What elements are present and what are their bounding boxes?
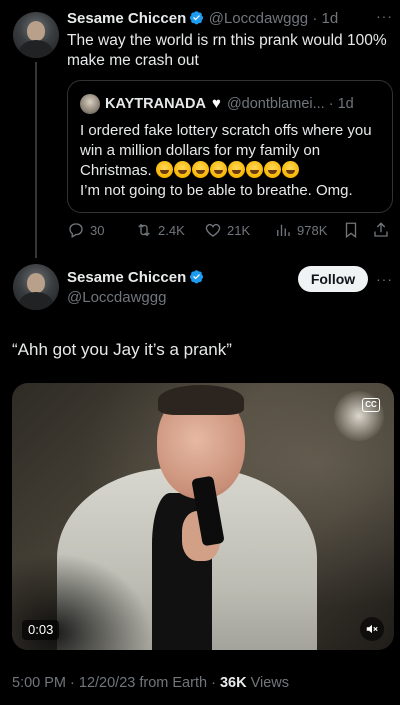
tears-of-joy-emoji — [209, 161, 227, 178]
like-count: 21K — [227, 222, 251, 238]
tears-of-joy-emoji — [173, 161, 191, 178]
reply-button[interactable]: 30 — [67, 221, 104, 239]
tweet-metadata: 5:00 PM · 12/20/23 from Earth · 36K View… — [12, 675, 289, 691]
author-handle[interactable]: @Loccdawggg — [67, 289, 166, 306]
video-player[interactable]: CC 0:03 — [12, 383, 394, 650]
tweet-header: Sesame Chiccen — [67, 269, 204, 287]
tweet-timestamp[interactable]: 5:00 PM · 12/20/23 from Earth · — [12, 675, 220, 691]
tears-of-joy-emoji — [155, 161, 173, 178]
speaker-muted-icon — [366, 624, 378, 634]
heart-icon — [205, 223, 221, 237]
share-button[interactable] — [372, 221, 390, 239]
share-icon — [374, 222, 388, 237]
emoji-row — [155, 161, 300, 179]
mute-button[interactable] — [360, 617, 384, 641]
like-button[interactable]: 21K — [204, 221, 250, 239]
verified-badge-icon — [190, 11, 204, 25]
tears-of-joy-emoji — [281, 161, 299, 178]
video-person-hair — [158, 385, 244, 415]
tweet-text: The way the world is rn this prank would… — [67, 32, 387, 69]
quote-author-name: KAYTRANADA — [105, 96, 206, 112]
tears-of-joy-emoji — [191, 161, 209, 178]
tears-of-joy-emoji — [245, 161, 263, 178]
captions-icon[interactable]: CC — [362, 398, 380, 412]
analytics-icon — [277, 224, 290, 236]
quote-time: 1d — [337, 96, 354, 112]
thread-line — [35, 62, 37, 258]
tears-of-joy-emoji — [263, 161, 281, 178]
author-avatar[interactable] — [13, 12, 59, 58]
author-name[interactable]: Sesame Chiccen — [67, 10, 186, 27]
views-button[interactable]: 978K — [274, 221, 327, 239]
author-handle[interactable]: @Loccdawggg — [209, 10, 308, 27]
quote-avatar — [80, 94, 100, 114]
follow-button[interactable]: Follow — [298, 266, 368, 292]
white-heart-icon: ♥ — [212, 95, 221, 112]
bookmark-button[interactable] — [342, 221, 360, 239]
more-options-icon[interactable]: ··· — [376, 8, 393, 24]
tears-of-joy-emoji — [227, 161, 245, 178]
repost-count: 2.4K — [158, 222, 185, 238]
more-options-icon[interactable]: ··· — [376, 271, 393, 287]
tweet-header: Sesame Chiccen @Loccdawggg · 1d — [67, 10, 339, 27]
reply-count: 30 — [90, 222, 105, 238]
views-count: 978K — [297, 222, 328, 238]
author-avatar[interactable] — [13, 264, 59, 310]
views-label: Views — [246, 675, 289, 691]
video-duration: 0:03 — [22, 620, 60, 640]
bookmark-icon — [345, 222, 357, 239]
repost-button[interactable]: 2.4K — [135, 221, 185, 239]
quote-text-line2: I’m not going to be able to breathe. Omg… — [80, 182, 353, 199]
verified-badge-icon — [190, 270, 204, 284]
reply-icon — [69, 223, 83, 238]
tweet-text: “Ahh got you Jay it’s a prank” — [12, 340, 232, 359]
views-count: 36K — [219, 675, 247, 691]
action-bar: 30 2.4K 21K 978K — [67, 221, 393, 241]
author-name[interactable]: Sesame Chiccen — [67, 269, 186, 286]
quote-header: KAYTRANADA ♥ @dontblamei... · 1d — [105, 95, 354, 112]
quote-text: I ordered fake lottery scratch offs wher… — [80, 121, 386, 201]
quote-card[interactable]: KAYTRANADA ♥ @dontblamei... · 1d I order… — [67, 80, 393, 213]
repost-icon — [138, 223, 150, 237]
tweet-time[interactable]: 1d — [322, 10, 339, 27]
quote-handle: @dontblamei... — [226, 96, 325, 112]
